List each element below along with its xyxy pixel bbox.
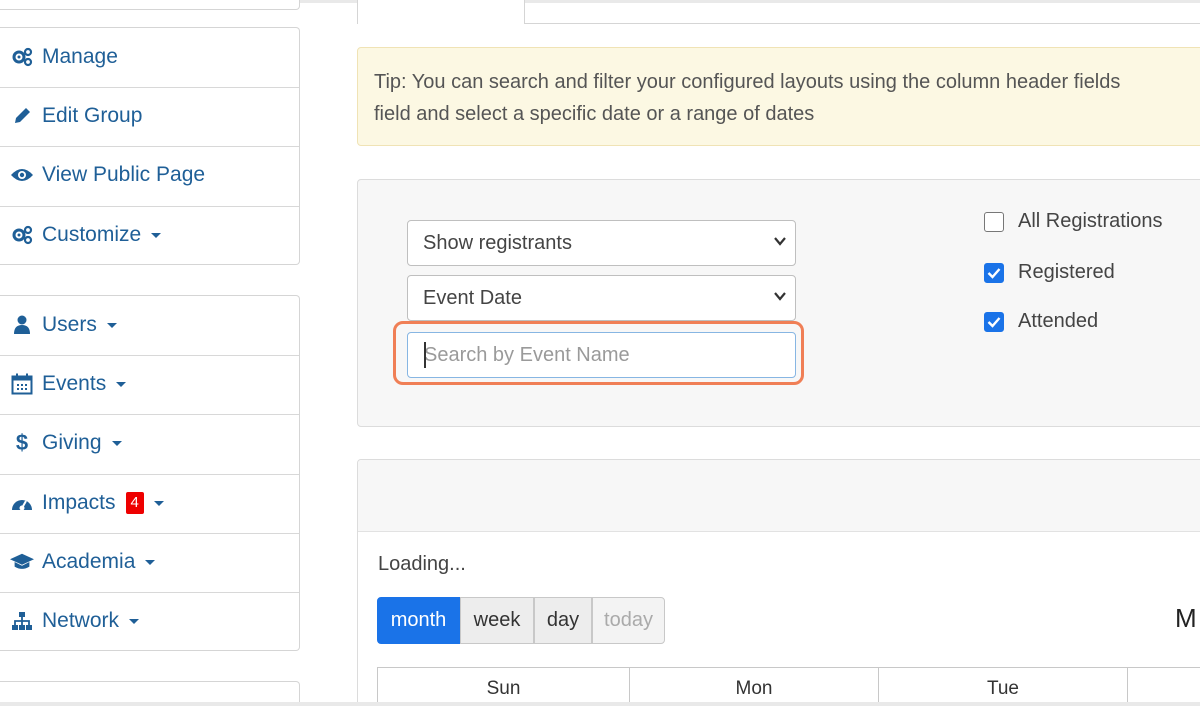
chevron-down-icon xyxy=(774,237,786,246)
tip-line-1: Tip: You can search and filter your conf… xyxy=(374,71,1121,93)
checkbox-label: Attended xyxy=(1018,310,1099,332)
sidebar-item-academia[interactable]: Academia xyxy=(0,533,299,591)
day-header-sun: Sun xyxy=(378,668,630,706)
sidebar-item-customize[interactable]: Customize xyxy=(0,206,299,264)
calendar-title: M xyxy=(1175,603,1197,633)
sidebar-item-label: Events xyxy=(42,372,107,395)
sidebar-group-modules: Users Events $ Giving Impacts 4 Academia xyxy=(0,295,300,651)
checkbox-label: Registered xyxy=(1018,261,1115,283)
checkbox-all-registrations[interactable]: All Registrations xyxy=(984,210,1163,233)
checkbox-label: All Registrations xyxy=(1018,210,1163,232)
day-header-tue: Tue xyxy=(879,668,1128,706)
checkbox-unchecked[interactable] xyxy=(984,211,1004,232)
calendar-panel: Loading... month week day today M Sun Mo… xyxy=(357,459,1200,706)
month-view-button[interactable]: month xyxy=(377,597,460,644)
graduation-cap-icon xyxy=(10,551,34,573)
sidebar-group-admin: Manage Edit Group View Public Page Custo… xyxy=(0,27,300,265)
checkbox-checked[interactable] xyxy=(984,311,1004,332)
text-cursor xyxy=(424,342,426,368)
dashboard-icon xyxy=(10,492,34,514)
tip-alert: Tip: You can search and filter your conf… xyxy=(357,47,1200,146)
gears-icon xyxy=(10,224,34,246)
tab-active[interactable] xyxy=(357,0,525,24)
sidebar-top-stub xyxy=(0,0,300,10)
dollar-icon: $ xyxy=(15,430,29,455)
caret-down-icon xyxy=(151,232,162,238)
search-input[interactable] xyxy=(407,332,796,378)
sidebar-item-view-public-page[interactable]: View Public Page xyxy=(0,146,299,204)
today-button[interactable]: today xyxy=(592,597,665,644)
pencil-icon xyxy=(10,105,34,127)
gears-icon xyxy=(10,46,34,68)
sidebar-item-giving[interactable]: $ Giving xyxy=(0,414,299,472)
caret-down-icon xyxy=(145,559,156,565)
checkmark-icon xyxy=(987,267,1001,279)
sitemap-icon xyxy=(10,610,34,632)
checkbox-attended[interactable]: Attended xyxy=(984,310,1098,333)
sidebar-item-edit-group[interactable]: Edit Group xyxy=(0,87,299,145)
sidebar-item-label: Manage xyxy=(42,45,118,68)
window-bottom-edge xyxy=(0,702,1200,706)
sidebar-item-users[interactable]: Users xyxy=(0,296,299,354)
loading-text: Loading... xyxy=(378,553,466,575)
checkbox-checked[interactable] xyxy=(984,262,1004,283)
filter-panel: Show registrants Event Date All Registra… xyxy=(357,179,1200,427)
date-select[interactable]: Event Date xyxy=(407,275,796,321)
caret-down-icon xyxy=(116,381,127,387)
sidebar-item-label: Customize xyxy=(42,223,142,246)
sidebar-item-label: View Public Page xyxy=(42,163,206,186)
day-header-mon: Mon xyxy=(630,668,879,706)
day-view-button[interactable]: day xyxy=(534,597,592,644)
checkmark-icon xyxy=(987,316,1001,328)
calendar-panel-header xyxy=(358,460,1200,532)
sidebar-item-events[interactable]: Events xyxy=(0,355,299,413)
calendar-icon xyxy=(10,373,34,395)
week-view-button[interactable]: week xyxy=(460,597,534,644)
checkbox-registered[interactable]: Registered xyxy=(984,261,1115,284)
sidebar-item-impacts[interactable]: Impacts 4 xyxy=(0,474,299,532)
user-icon xyxy=(10,314,34,336)
sidebar-item-label: Users xyxy=(42,313,97,336)
caret-down-icon xyxy=(129,618,140,624)
sidebar-item-manage[interactable]: Manage xyxy=(0,28,299,86)
chevron-down-icon xyxy=(774,292,786,301)
show-select-value: Show registrants xyxy=(423,231,572,254)
caret-down-icon xyxy=(153,500,164,506)
caret-down-icon xyxy=(111,440,122,446)
sidebar-item-label: Academia xyxy=(42,550,136,573)
date-select-value: Event Date xyxy=(423,286,522,309)
notification-badge: 4 xyxy=(125,492,144,514)
calendar-view-buttons: month week day today xyxy=(377,597,665,644)
sidebar-item-network[interactable]: Network xyxy=(0,592,299,650)
sidebar-item-label: Impacts xyxy=(42,491,116,514)
tip-line-2: field and select a specific date or a ra… xyxy=(374,103,815,125)
show-select[interactable]: Show registrants xyxy=(407,220,796,266)
sidebar-item-label: Giving xyxy=(42,431,102,454)
sidebar-item-label: Network xyxy=(42,609,120,632)
eye-icon xyxy=(10,164,34,186)
calendar-grid: Sun Mon Tue xyxy=(377,667,1200,706)
caret-down-icon xyxy=(106,322,117,328)
sidebar-item-label: Edit Group xyxy=(42,104,143,127)
